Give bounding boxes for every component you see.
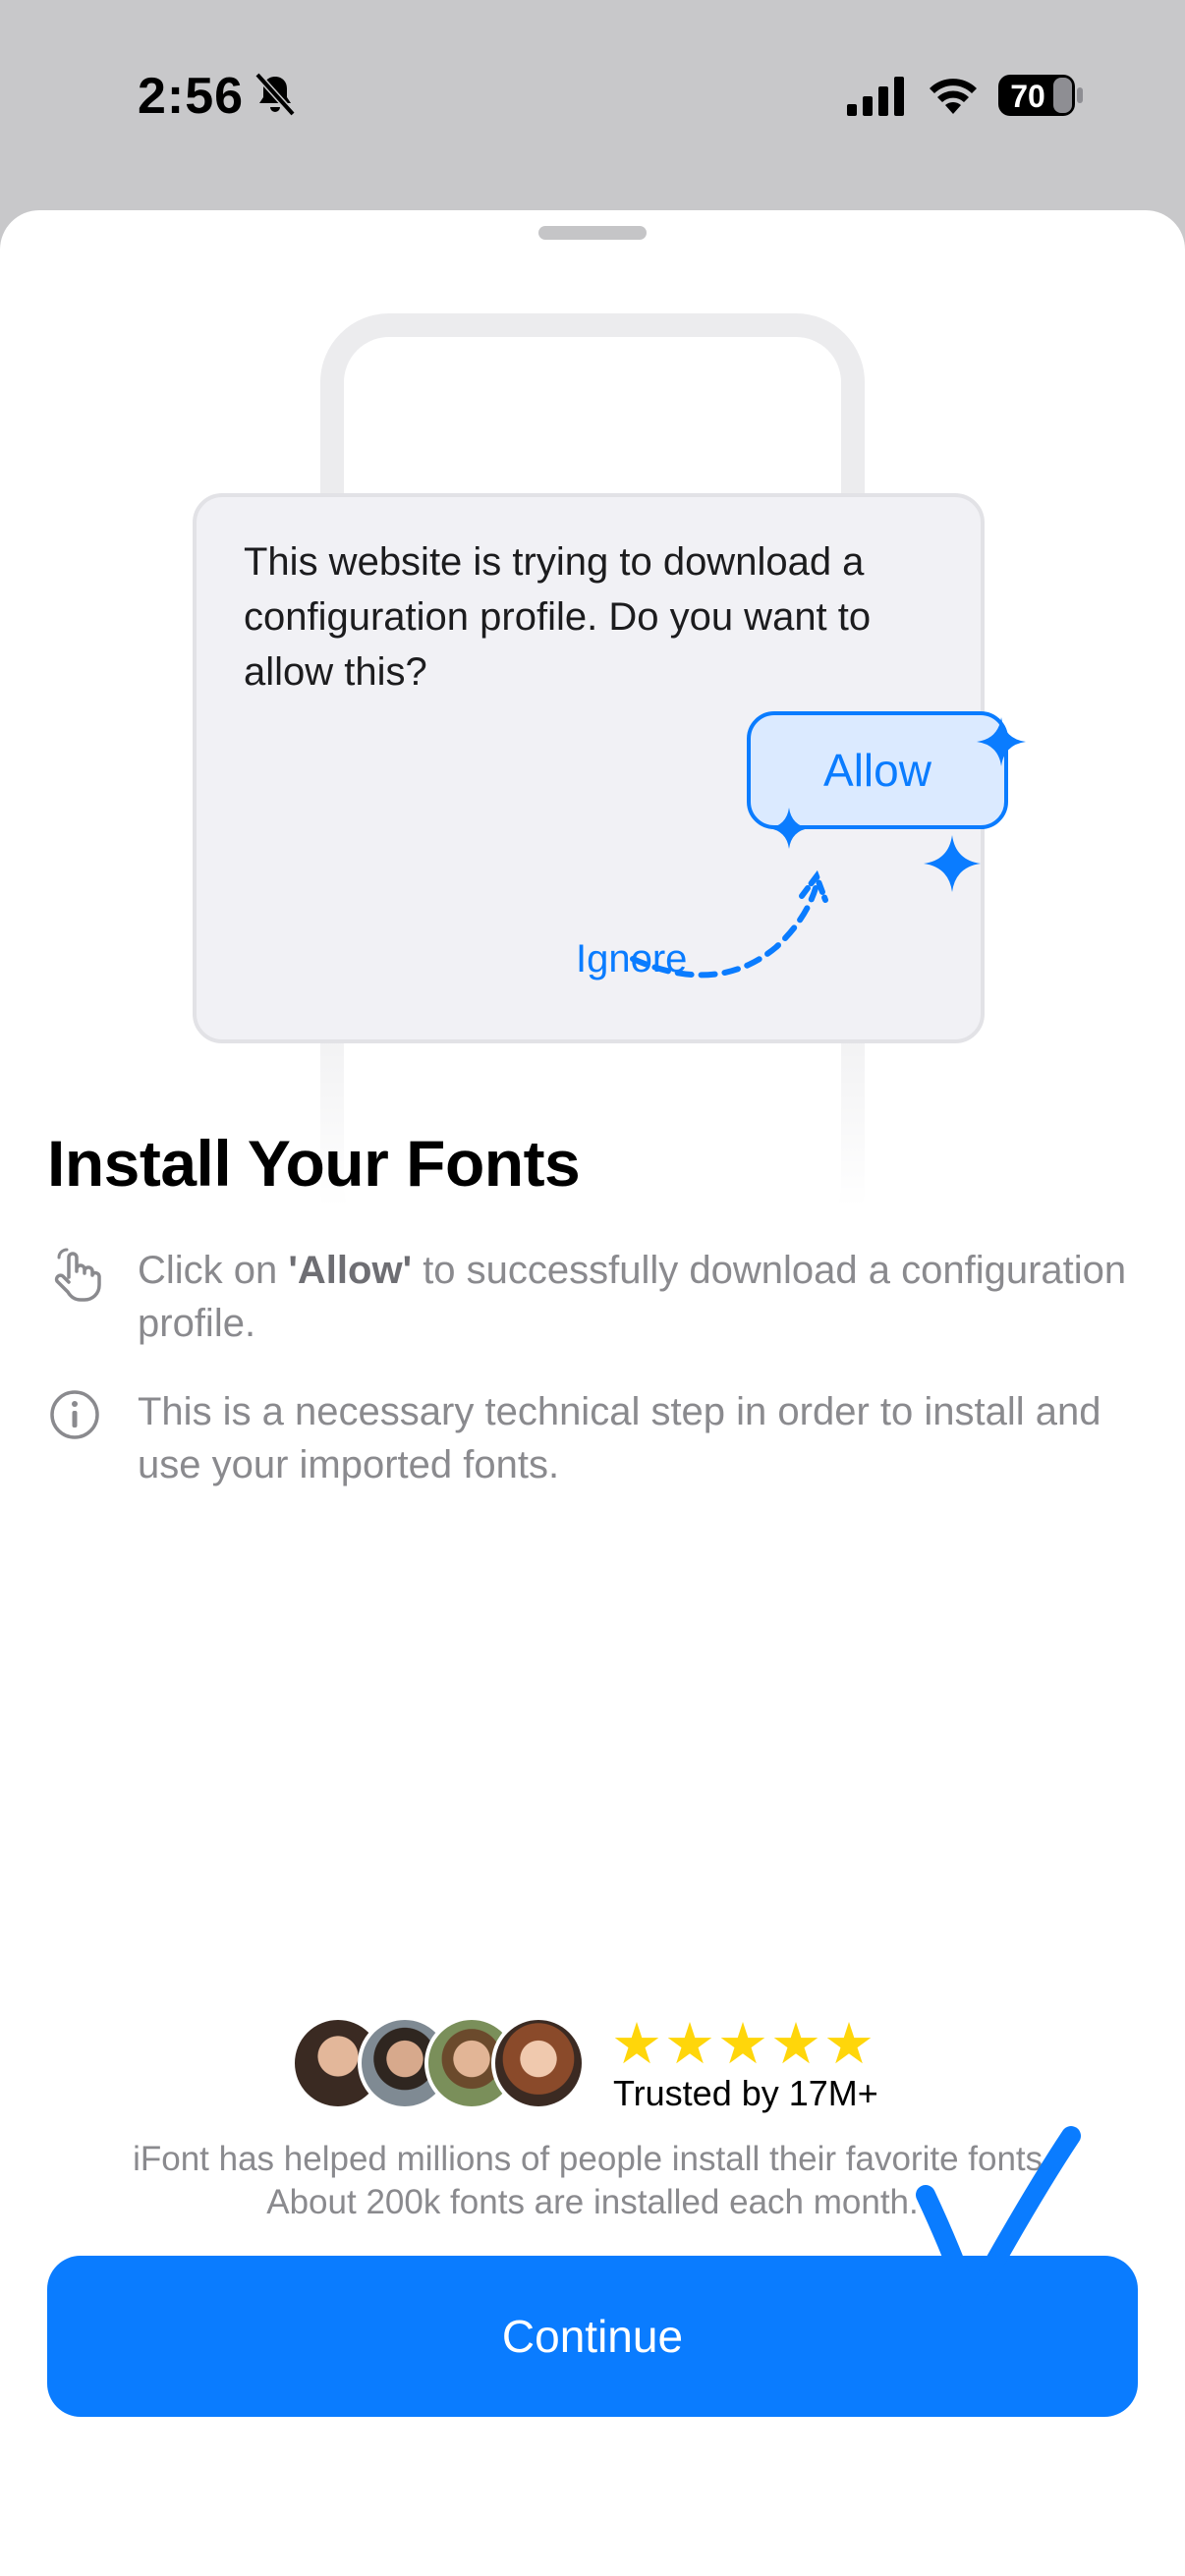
user-avatars (291, 2016, 595, 2110)
info-text-bold: 'Allow' (288, 1249, 413, 1292)
dashed-arrow-icon (630, 869, 828, 979)
page-title: Install Your Fonts (47, 1127, 581, 1200)
checkmark-annotation-icon (916, 2126, 1081, 2315)
bottom-sheet: This website is trying to download a con… (0, 210, 1185, 2576)
wifi-icon (930, 79, 977, 114)
signal-icon (847, 77, 904, 116)
trusted-label: Trusted by 17M+ (613, 2073, 878, 2113)
rating-stars: ★★★★★ (611, 2012, 876, 2076)
hand-tap-icon (54, 1248, 101, 1302)
battery-level: 70 (1010, 79, 1045, 114)
info-item-allow: Click on 'Allow' to successfully downloa… (47, 1244, 1148, 1350)
info-circle-icon (50, 1390, 99, 1439)
sparkle-icon (768, 808, 810, 849)
sparkle-icon (924, 835, 981, 892)
bell-slash-icon (254, 72, 296, 117)
status-bar: 2:56 70 (0, 0, 1185, 196)
dialog-message: This website is trying to download a con… (244, 540, 872, 694)
sheet-grabber[interactable] (538, 226, 647, 240)
info-text-allow: Click on 'Allow' to successfully downloa… (138, 1244, 1148, 1350)
battery-icon: 70 (998, 75, 1083, 116)
info-item-technical: This is a necessary technical step in or… (47, 1385, 1148, 1491)
sparkle-icon (977, 717, 1026, 766)
info-text-part: Click on (138, 1249, 289, 1292)
status-time: 2:56 (138, 68, 245, 125)
info-text-technical: This is a necessary technical step in or… (138, 1390, 1101, 1486)
avatar (491, 2016, 586, 2110)
